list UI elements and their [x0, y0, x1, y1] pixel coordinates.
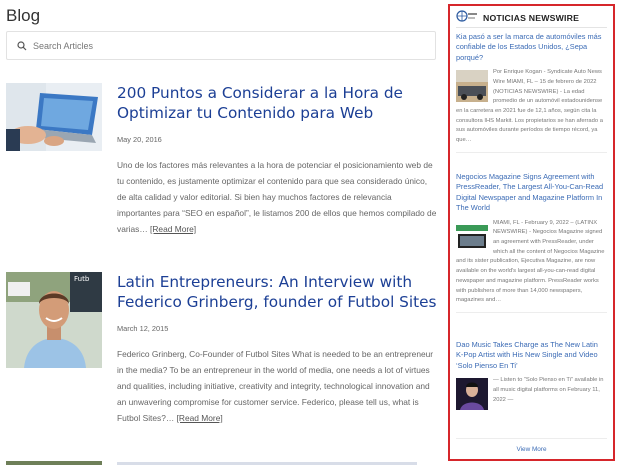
news-headline[interactable]: Kia pasó a ser la marca de automóviles m…: [456, 32, 607, 63]
post-excerpt-text: Federico Grinberg, Co-Founder of Futbol …: [117, 349, 434, 423]
post-thumbnail[interactable]: [6, 83, 102, 151]
search-input[interactable]: [33, 40, 413, 51]
news-headline[interactable]: Negocios Magazine Signs Agreement with P…: [456, 172, 607, 214]
page-title: Blog: [6, 6, 41, 25]
news-item: Dao Music Takes Charge as The New Latin …: [456, 340, 607, 411]
post-title[interactable]: Latin Entrepreneurs: An Interview with F…: [117, 272, 437, 312]
news-item: Negocios Magazine Signs Agreement with P…: [456, 172, 607, 313]
news-divider: [456, 151, 607, 153]
newswire-logo-icon: [456, 9, 478, 27]
news-thumbnail[interactable]: [456, 70, 488, 103]
search-box[interactable]: [6, 31, 436, 60]
post-title[interactable]: 200 Puntos a Considerar a la Hora de Opt…: [117, 83, 437, 123]
news-thumbnail[interactable]: [456, 220, 488, 253]
svg-text:Futb: Futb: [74, 275, 90, 283]
post-thumbnail[interactable]: Futb: [6, 272, 102, 368]
news-divider: [456, 311, 607, 313]
newswire-widget: NOTICIAS NEWSWIRE Kia pasó a ser la marc…: [448, 4, 615, 461]
widget-header: NOTICIAS NEWSWIRE: [456, 10, 579, 26]
news-headline[interactable]: Dao Music Takes Charge as The New Latin …: [456, 340, 607, 371]
news-summary: — Listen to “Solo Pienso en Ti” availabl…: [493, 377, 604, 403]
post-excerpt: Uno de los factores más relevantes a la …: [117, 157, 437, 237]
post-excerpt-text: Uno de los factores más relevantes a la …: [117, 160, 437, 234]
view-more-link[interactable]: View More: [450, 446, 613, 453]
read-more-link[interactable]: [Read More]: [150, 224, 196, 234]
widget-divider: [456, 27, 607, 28]
news-item: Kia pasó a ser la marca de automóviles m…: [456, 32, 607, 153]
post-date: March 12, 2015: [117, 324, 169, 333]
post-excerpt: Federico Grinberg, Co-Founder of Futbol …: [117, 346, 437, 426]
widget-title: NOTICIAS NEWSWIRE: [483, 13, 580, 23]
post-thumbnail[interactable]: [6, 461, 102, 465]
post-date: May 20, 2016: [117, 135, 162, 144]
search-icon[interactable]: [11, 40, 33, 51]
news-thumbnail[interactable]: [456, 378, 488, 411]
view-more-divider: [456, 438, 607, 439]
read-more-link[interactable]: [Read More]: [177, 413, 223, 423]
